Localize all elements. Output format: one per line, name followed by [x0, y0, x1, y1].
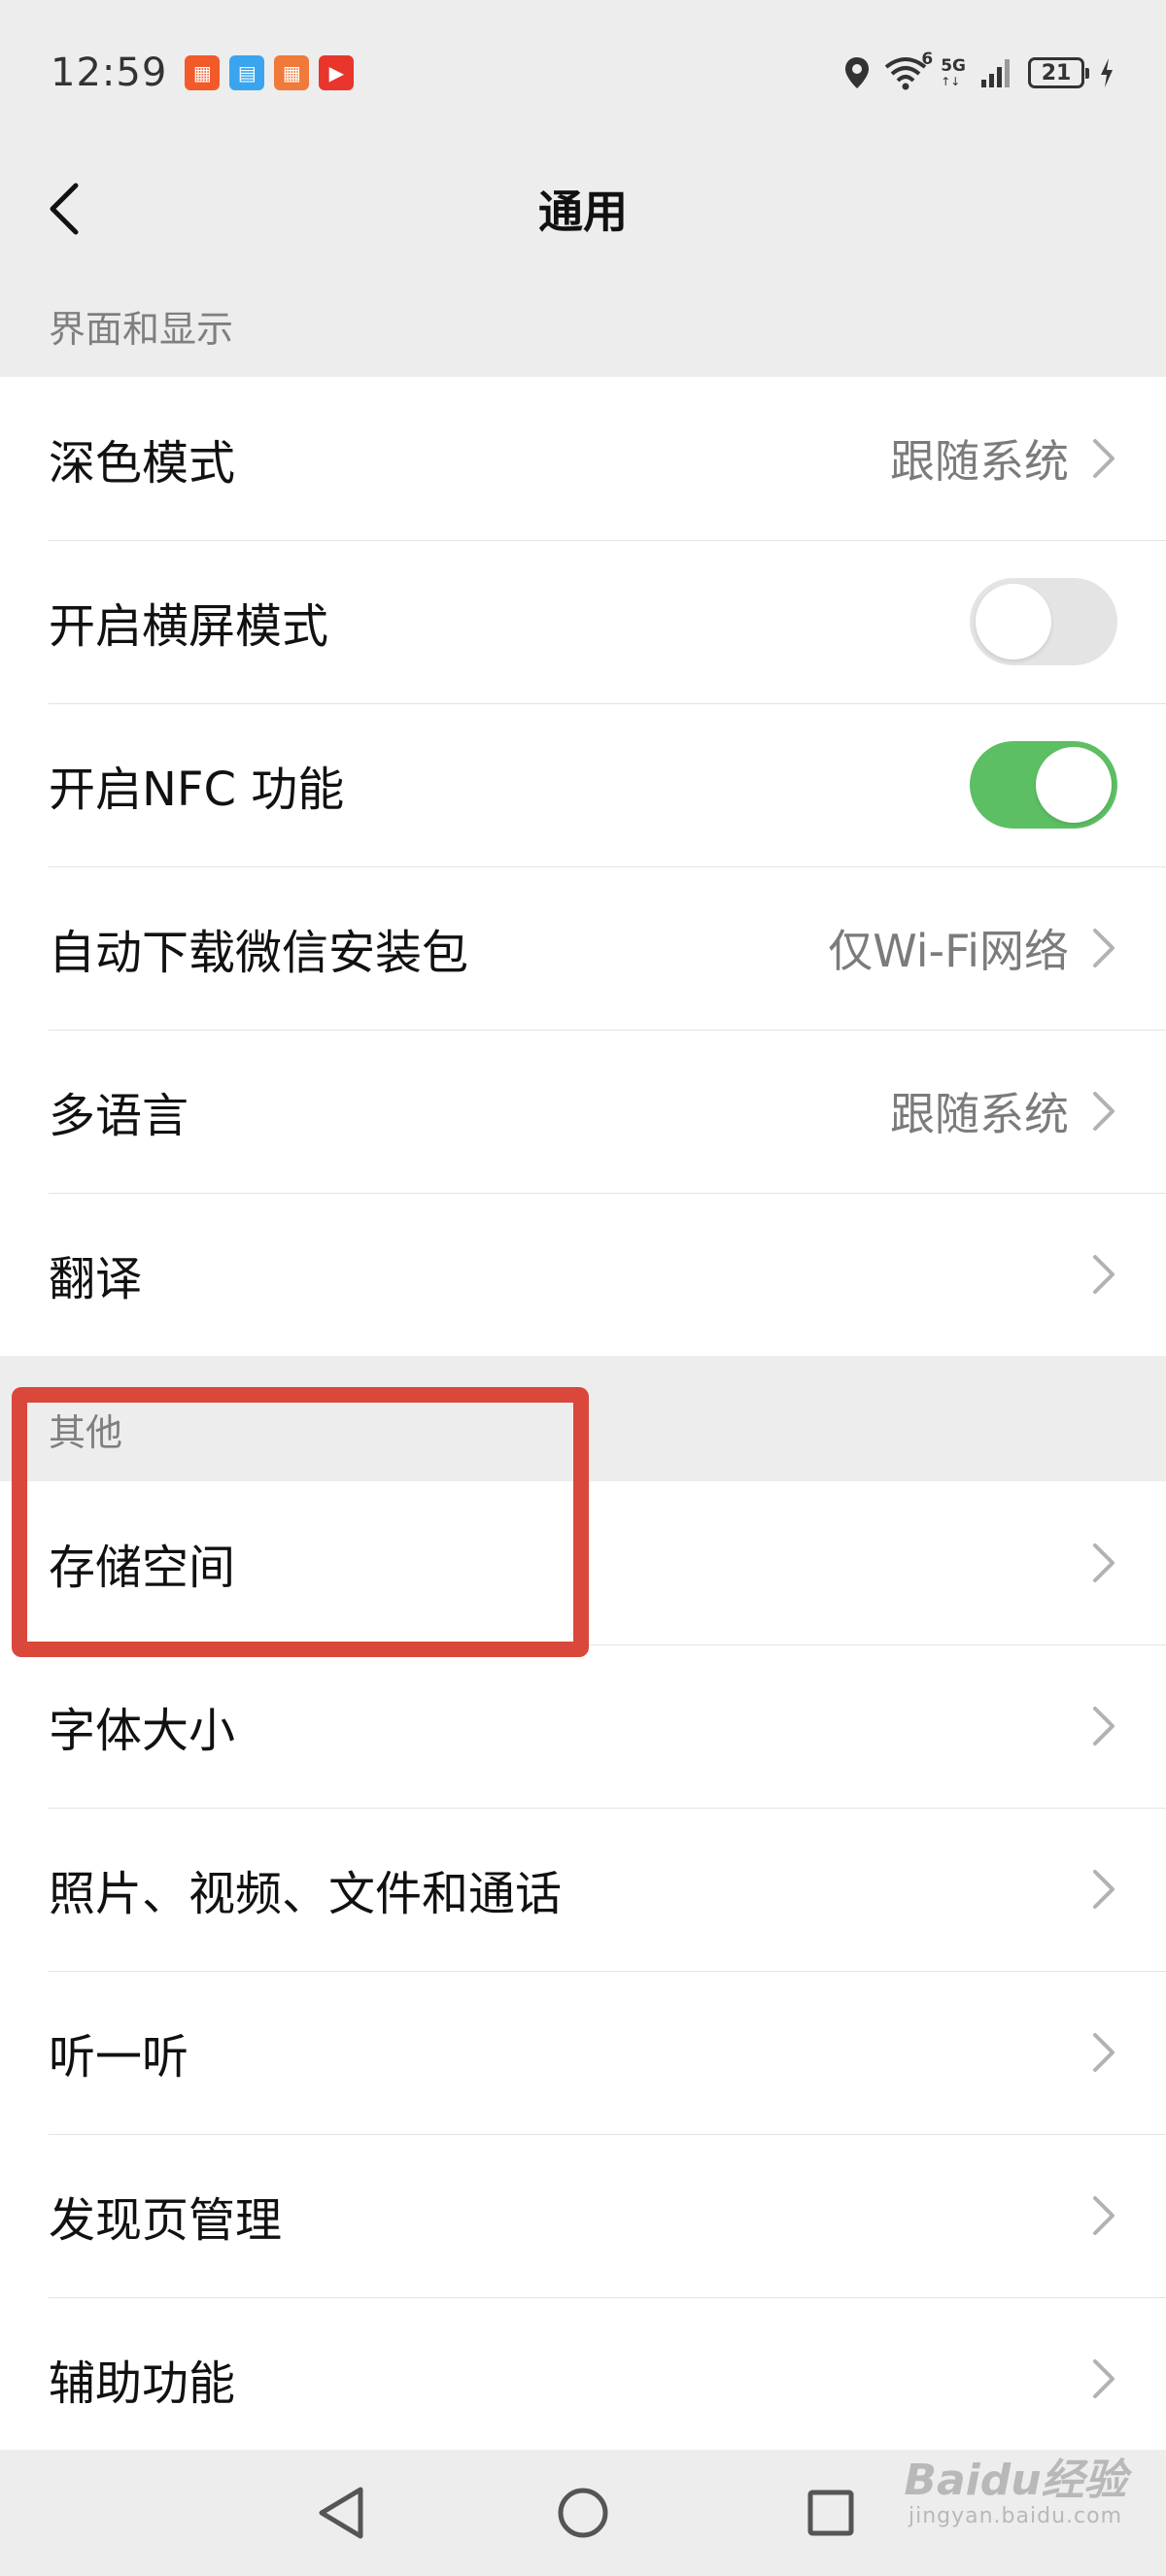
triangle-back-icon [319, 2487, 363, 2539]
row-storage[interactable]: 存储空间 [0, 1481, 1166, 1644]
row-media-calls[interactable]: 照片、视频、文件和通话 [0, 1808, 1166, 1971]
row-translate[interactable]: 翻译 [0, 1193, 1166, 1356]
video-app-icon: ▶ [319, 55, 355, 90]
row-value: 跟随系统 [890, 1088, 1069, 1140]
chevron-right-icon [1090, 927, 1117, 969]
wifi-badge: 6 [921, 50, 934, 69]
row-label: 开启横屏模式 [49, 599, 329, 654]
row-nfc: 开启NFC 功能 [0, 703, 1166, 866]
book-app-icon: ▤ [229, 55, 265, 90]
row-value: 跟随系统 [890, 435, 1069, 488]
row-label: 自动下载微信安装包 [49, 926, 469, 980]
nfc-toggle[interactable] [970, 741, 1117, 829]
back-arrow-icon [50, 183, 79, 235]
app-notification-icon: ▦ [185, 55, 221, 90]
toggle-knob [1036, 747, 1112, 823]
chevron-right-icon [1090, 1253, 1117, 1296]
row-label: 字体大小 [49, 1704, 236, 1758]
charging-icon [1101, 58, 1113, 87]
chevron-right-icon [1090, 1542, 1117, 1584]
status-indicators: 6 5G ↑↓ 21 [843, 51, 1115, 90]
row-landscape-mode: 开启横屏模式 [0, 540, 1166, 703]
notification-app-icons: ▦ ▤ ▦ ▶ [185, 55, 355, 90]
row-label: 辅助功能 [49, 2356, 236, 2411]
row-label: 开启NFC 功能 [49, 763, 345, 817]
settings-group-display: 深色模式 跟随系统 开启横屏模式 开启NFC 功能 自动下载微信安装包 仅Wi-… [0, 377, 1166, 1356]
row-dark-mode[interactable]: 深色模式 跟随系统 [0, 377, 1166, 540]
section-header-display: 界面和显示 [49, 308, 234, 351]
chevron-right-icon [1090, 1090, 1117, 1133]
app-notification-icon: ▦ [274, 55, 310, 90]
row-accessibility[interactable]: 辅助功能 [0, 2297, 1166, 2460]
chevron-right-icon [1090, 2031, 1117, 2074]
row-discover-management[interactable]: 发现页管理 [0, 2134, 1166, 2297]
settings-group-other: 存储空间 字体大小 照片、视频、文件和通话 听一听 发现页管理 辅助功能 [0, 1481, 1166, 2460]
row-value: 仅Wi-Fi网络 [828, 925, 1069, 977]
row-label: 翻译 [49, 1252, 143, 1306]
system-home-button[interactable] [549, 2479, 617, 2547]
chevron-right-icon [1090, 1868, 1117, 1911]
chevron-right-icon [1090, 1705, 1117, 1747]
navigation-bar: 通用 [0, 146, 1166, 272]
square-recents-icon [807, 2490, 854, 2536]
chevron-right-icon [1090, 437, 1117, 480]
watermark-main: Baidu经验 [904, 2456, 1127, 2505]
row-label: 存储空间 [49, 1541, 236, 1595]
cell-signal-icon [981, 59, 1010, 87]
watermark-sub: jingyan.baidu.com [908, 2504, 1123, 2529]
section-header-other: 其他 [49, 1411, 123, 1454]
row-label: 听一听 [49, 2030, 189, 2085]
row-auto-download[interactable]: 自动下载微信安装包 仅Wi-Fi网络 [0, 866, 1166, 1030]
row-label: 发现页管理 [49, 2193, 283, 2248]
back-button[interactable] [35, 175, 93, 243]
chevron-right-icon [1090, 2357, 1117, 2400]
row-label: 照片、视频、文件和通话 [49, 1867, 563, 1921]
row-label: 深色模式 [49, 436, 236, 491]
row-font-size[interactable]: 字体大小 [0, 1644, 1166, 1808]
battery-level: 21 [1041, 60, 1072, 85]
battery-indicator: 21 [1028, 57, 1089, 88]
status-time: 12:59 [51, 51, 168, 95]
row-listen[interactable]: 听一听 [0, 1971, 1166, 2134]
system-recents-button[interactable] [797, 2479, 865, 2547]
network-type-label: 5G [941, 55, 966, 76]
location-icon [845, 57, 870, 88]
status-bar: 12:59 ▦ ▤ ▦ ▶ 6 5G ↑↓ 21 [0, 0, 1166, 146]
chevron-right-icon [1090, 2194, 1117, 2237]
row-language[interactable]: 多语言 跟随系统 [0, 1030, 1166, 1193]
toggle-knob [976, 584, 1051, 660]
page-title: 通用 [538, 186, 628, 238]
baidu-watermark: Baidu经验 jingyan.baidu.com [894, 2457, 1137, 2564]
row-label: 多语言 [49, 1089, 189, 1143]
circle-home-icon [558, 2488, 608, 2538]
system-back-button[interactable] [307, 2479, 375, 2547]
landscape-mode-toggle[interactable] [970, 578, 1117, 665]
